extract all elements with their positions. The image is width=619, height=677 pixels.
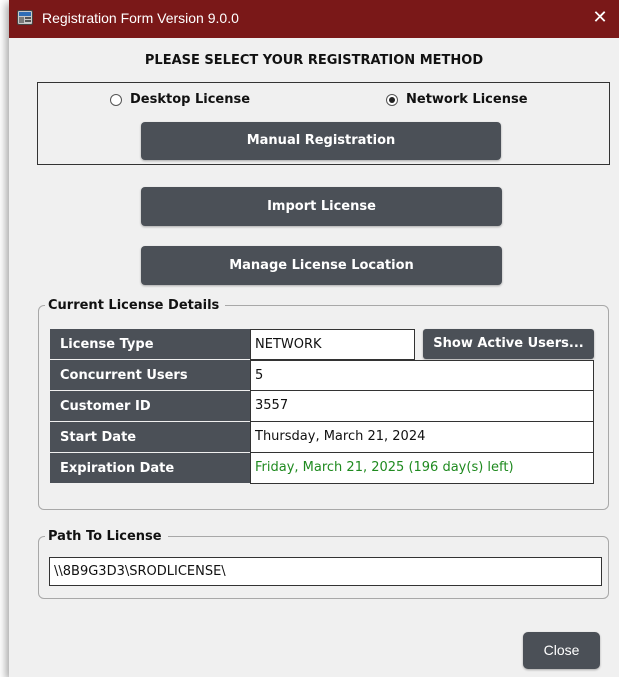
manual-registration-button[interactable]: Manual Registration: [141, 122, 501, 160]
registration-method-box: Desktop License Network License Manual R…: [37, 82, 610, 165]
customer-id-value: 3557: [250, 391, 594, 422]
license-path-field[interactable]: \\8B9G3D3\SRODLICENSE\: [49, 557, 602, 586]
window-title: Registration Form Version 9.0.0: [42, 10, 239, 26]
detail-row-customer-id: Customer ID 3557: [50, 391, 602, 422]
radio-desktop-label: Desktop License: [130, 92, 251, 107]
expiration-date-value: Friday, March 21, 2025 (196 day(s) left): [250, 453, 594, 484]
radio-network-label: Network License: [406, 92, 528, 107]
import-license-button[interactable]: Import License: [141, 187, 502, 226]
radio-desktop-license[interactable]: Desktop License: [110, 92, 250, 107]
license-details-title: Current License Details: [48, 298, 220, 313]
detail-row-start-date: Start Date Thursday, March 21, 2024: [50, 422, 602, 453]
radio-network-circle[interactable]: [386, 93, 398, 106]
path-to-license-title: Path To License: [48, 529, 162, 544]
detail-row-expiration-date: Expiration Date Friday, March 21, 2025 (…: [50, 453, 602, 484]
show-active-users-button[interactable]: Show Active Users...: [423, 329, 594, 359]
license-type-label: License Type: [50, 329, 250, 360]
radio-desktop-circle[interactable]: [110, 93, 122, 106]
app-icon: [17, 10, 33, 25]
license-type-value: NETWORK: [250, 329, 415, 360]
radio-network-license[interactable]: Network License: [386, 92, 528, 107]
close-button[interactable]: Close: [523, 632, 600, 669]
expiration-date-label: Expiration Date: [50, 453, 250, 484]
concurrent-users-label: Concurrent Users: [50, 360, 250, 391]
customer-id-label: Customer ID: [50, 391, 250, 422]
title-bar[interactable]: Registration Form Version 9.0.0 ✕: [9, 0, 619, 38]
detail-row-license-type: License Type NETWORK Show Active Users..…: [50, 329, 602, 360]
concurrent-users-value: 5: [250, 360, 594, 391]
manage-license-location-button[interactable]: Manage License Location: [141, 246, 502, 285]
detail-row-concurrent-users: Concurrent Users 5: [50, 360, 602, 391]
start-date-label: Start Date: [50, 422, 250, 453]
page-heading: PLEASE SELECT YOUR REGISTRATION METHOD: [144, 53, 484, 68]
registration-window: Registration Form Version 9.0.0 ✕ PLEASE…: [9, 0, 619, 677]
start-date-value: Thursday, March 21, 2024: [250, 422, 594, 453]
window-close-icon[interactable]: ✕: [587, 4, 613, 32]
